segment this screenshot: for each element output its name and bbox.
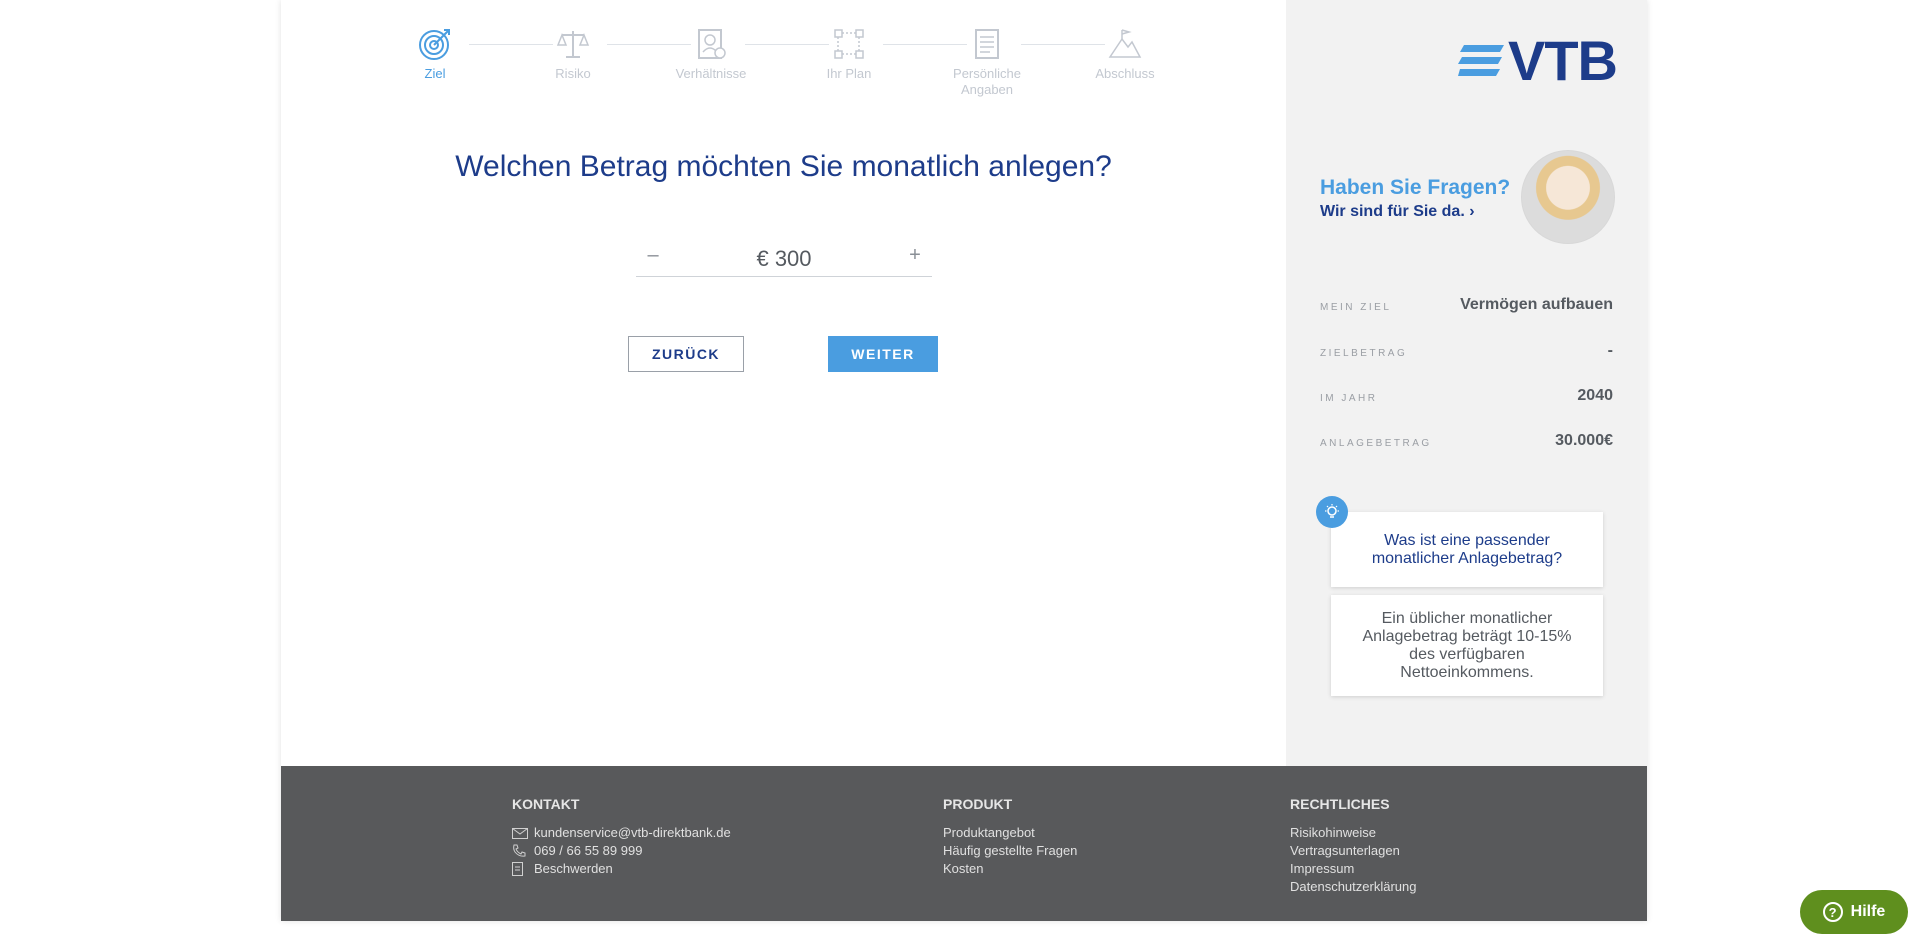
mail-icon [512, 827, 528, 839]
profile-document-icon [698, 29, 726, 59]
summary-key: IM JAHR [1320, 393, 1378, 404]
flowchart-icon [834, 29, 864, 59]
sidebar: VTB Haben Sie Fragen? Wir sind für Sie d… [1286, 0, 1647, 766]
tip-question: Was ist eine passender monatlicher Anlag… [1331, 512, 1603, 587]
vtb-logo: VTB [1458, 28, 1618, 93]
main-content: Ziel Risiko Verhältnisse Ihr Plan Persön… [281, 0, 1286, 766]
summary-value: 2040 [1577, 387, 1613, 404]
footer-link-kosten[interactable]: Kosten [943, 860, 1077, 878]
footer-complaints-link[interactable]: Beschwerden [512, 860, 731, 878]
logo-text: VTB [1508, 29, 1618, 92]
page-container: Ziel Risiko Verhältnisse Ihr Plan Persön… [281, 0, 1647, 921]
summary-investment-amount: ANLAGEBETRAG 30.000€ [1320, 432, 1613, 456]
mountain-flag-icon [1108, 29, 1142, 58]
scale-icon [556, 31, 590, 58]
document-icon [512, 862, 523, 876]
step-ziel[interactable]: Ziel [375, 26, 495, 82]
step-label: Verhältnisse [675, 66, 747, 81]
logo-stripes-icon [1458, 44, 1504, 76]
step-abschluss[interactable]: Abschluss [1065, 26, 1185, 82]
footer-link-faq[interactable]: Häufig gestellte Fragen [943, 842, 1077, 860]
step-label: Abschluss [1095, 66, 1155, 81]
footer: KONTAKT kundenservice@vtb-direktbank.de … [281, 766, 1647, 921]
footer-link-impressum[interactable]: Impressum [1290, 860, 1416, 878]
help-button-label: Hilfe [1850, 903, 1886, 920]
step-ihr-plan[interactable]: Ihr Plan [789, 26, 909, 82]
help-button[interactable]: ? Hilfe [1800, 890, 1908, 934]
progress-stepper: Ziel Risiko Verhältnisse Ihr Plan Persön… [385, 26, 1155, 106]
footer-phone: 069 / 66 55 89 999 [534, 843, 643, 858]
next-button[interactable]: WEITER [828, 336, 938, 372]
footer-heading: PRODUKT [943, 796, 1013, 812]
summary-goal: MEIN ZIEL Vermögen aufbauen [1320, 296, 1613, 320]
amount-input[interactable]: € 300 [676, 246, 892, 272]
step-persoenliche-angaben[interactable]: Persönliche Angaben [927, 26, 1047, 98]
help-title: Haben Sie Fragen? [1320, 176, 1511, 199]
footer-produkt: PRODUKT Produktangebot Häufig gestellte … [943, 796, 1077, 878]
footer-email: kundenservice@vtb-direktbank.de [534, 825, 731, 840]
phone-icon [513, 844, 526, 857]
footer-link-datenschutz[interactable]: Datenschutzerklärung [1290, 878, 1416, 896]
summary-value: 30.000€ [1555, 432, 1613, 449]
footer-kontakt: KONTAKT kundenservice@vtb-direktbank.de … [512, 796, 731, 878]
step-label: Ihr Plan [826, 66, 872, 81]
lightbulb-icon [1316, 496, 1348, 528]
document-icon [975, 29, 999, 59]
amount-stepper: – € 300 + [636, 240, 932, 277]
contact-link[interactable]: Wir sind für Sie da. › [1320, 203, 1475, 221]
footer-phone-link[interactable]: 069 / 66 55 89 999 [512, 842, 731, 860]
page-title: Welchen Betrag möchten Sie monatlich anl… [455, 150, 1112, 183]
footer-email-link[interactable]: kundenservice@vtb-direktbank.de [512, 824, 731, 842]
summary-value: Vermögen aufbauen [1460, 296, 1613, 313]
summary-year: IM JAHR 2040 [1320, 387, 1613, 411]
footer-complaints: Beschwerden [534, 861, 613, 876]
footer-rechtliches: RECHTLICHES Risikohinweise Vertragsunter… [1290, 796, 1416, 896]
back-button[interactable]: ZURÜCK [628, 336, 744, 372]
footer-heading: KONTAKT [512, 796, 580, 812]
step-risiko[interactable]: Risiko [513, 26, 633, 82]
summary-target-amount: ZIELBETRAG - [1320, 342, 1613, 366]
summary-key: MEIN ZIEL [1320, 302, 1392, 313]
increase-button[interactable]: + [900, 244, 930, 267]
footer-heading: RECHTLICHES [1290, 796, 1390, 812]
footer-link-risikohinweise[interactable]: Risikohinweise [1290, 824, 1416, 842]
summary-key: ZIELBETRAG [1320, 348, 1408, 359]
advisor-avatar [1521, 150, 1615, 244]
step-label: Ziel [424, 66, 446, 81]
step-verhaeltnisse[interactable]: Verhältnisse [651, 26, 771, 82]
summary-key: ANLAGEBETRAG [1320, 438, 1432, 449]
footer-link-vertragsunterlagen[interactable]: Vertragsunterlagen [1290, 842, 1416, 860]
step-label: Persönliche Angaben [953, 66, 1021, 97]
summary-value: - [1607, 342, 1613, 359]
target-icon [419, 29, 450, 60]
step-label: Risiko [555, 66, 591, 81]
decrease-button[interactable]: – [638, 244, 668, 267]
tip-answer: Ein üblicher monatlicher Anlagebetrag be… [1331, 595, 1603, 696]
footer-link-produktangebot[interactable]: Produktangebot [943, 824, 1077, 842]
question-mark-icon: ? [1822, 902, 1843, 922]
